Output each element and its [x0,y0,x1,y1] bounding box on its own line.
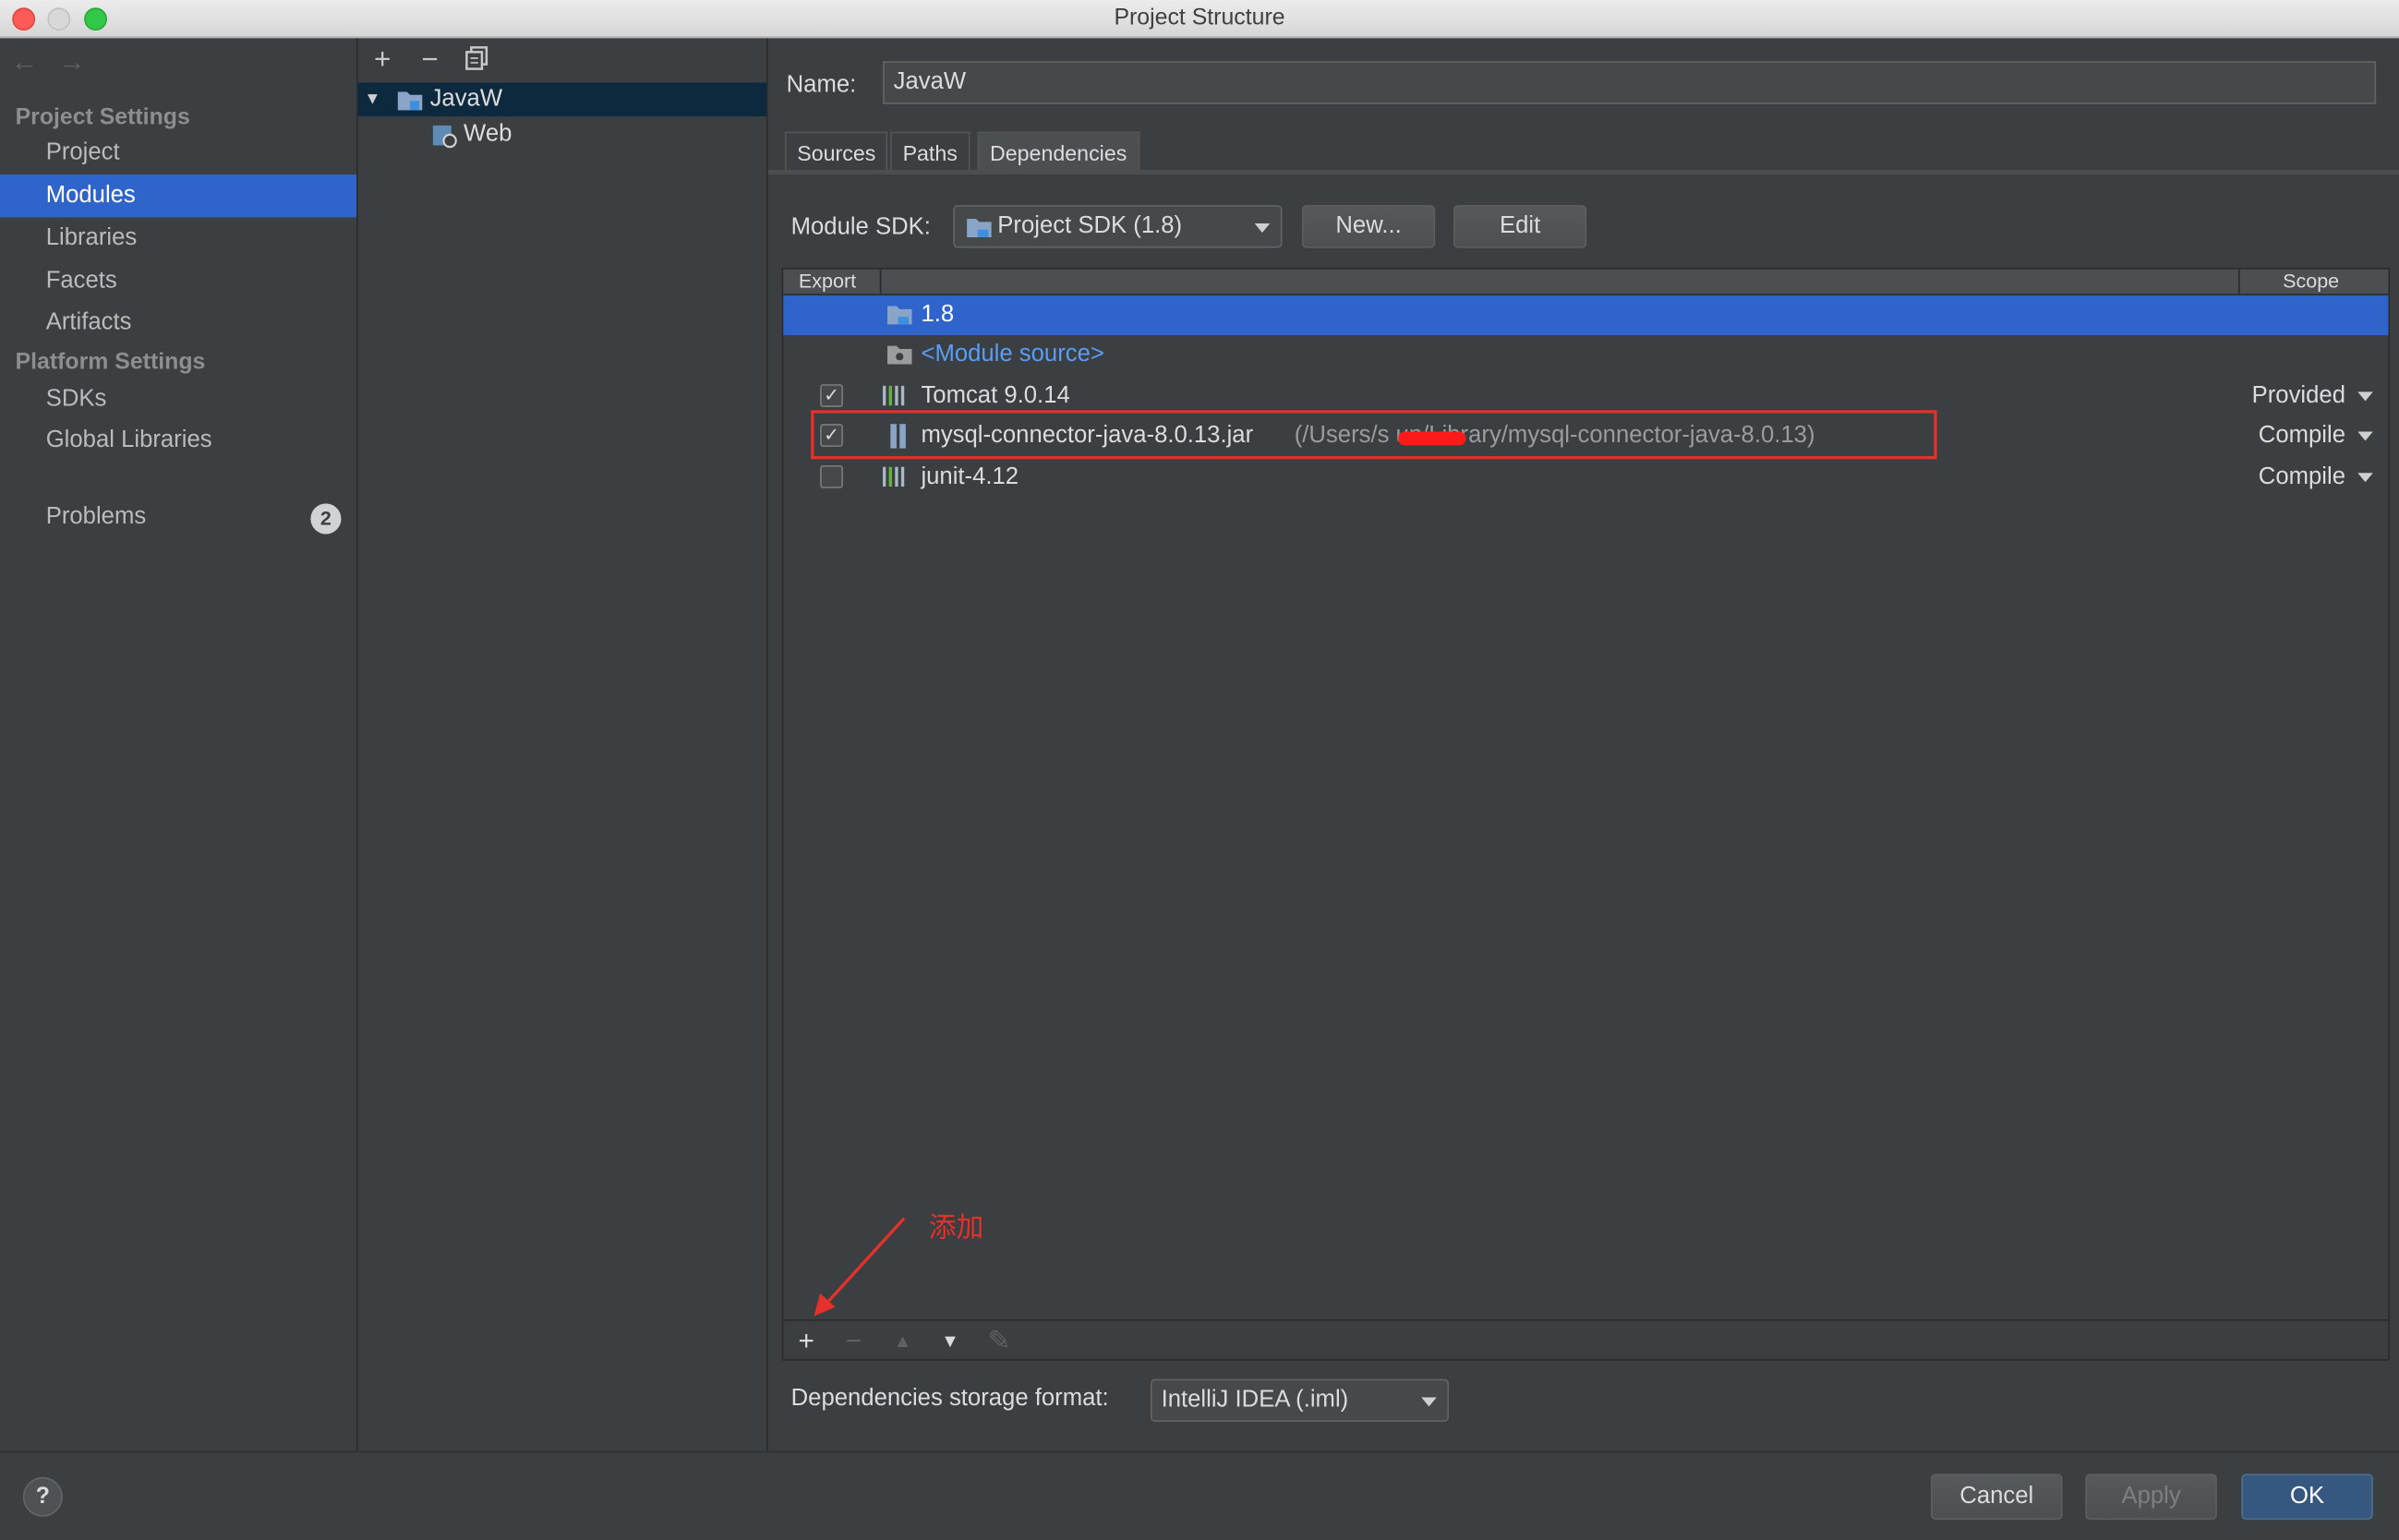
table-row[interactable]: 1.8 [783,295,2389,336]
tree-node-label: JavaW [429,85,503,113]
column-export[interactable]: Export [799,270,856,295]
forward-arrow-icon[interactable]: → [58,46,86,78]
add-dependency-button[interactable]: + [788,1324,825,1357]
highlight-box [811,410,1937,460]
window-title: Project Structure [1114,4,1285,31]
sidebar-item-libraries[interactable]: Libraries [0,217,356,259]
dependency-name: junit-4.12 [921,463,1019,490]
tab-dependencies[interactable]: Dependencies [977,131,1139,172]
back-arrow-icon[interactable]: ← [11,46,39,78]
tree-node-label: Web [464,120,512,148]
scope-value: Provided [2251,382,2346,409]
annotation-text: 添加 [928,1211,984,1244]
chevron-down-icon [2357,431,2373,441]
edit-sdk-button[interactable]: Edit [1453,205,1587,248]
library-icon [883,466,905,487]
tab-paths[interactable]: Paths [890,131,970,172]
chevron-down-icon [1254,223,1271,233]
remove-module-button[interactable]: − [415,45,445,77]
sdk-folder-icon [967,219,992,237]
title-bar: Project Structure [0,0,2399,39]
storage-format-dropdown[interactable]: IntelliJ IDEA (.iml) [1150,1378,1450,1423]
copy-module-button[interactable] [462,46,492,77]
module-settings-panel: Name: JavaW Sources Paths Dependencies M… [767,38,2399,1451]
project-structure-window: Project Structure ← → Project Settings P… [0,0,2399,1540]
sidebar-item-global-libraries[interactable]: Global Libraries [0,419,356,462]
scope-dropdown[interactable]: Compile [2259,416,2373,456]
dialog-footer: ? Cancel Apply OK [0,1450,2399,1540]
apply-button[interactable]: Apply [2085,1474,2217,1521]
chevron-down-icon [2357,473,2373,483]
module-sdk-dropdown[interactable]: Project SDK (1.8) [953,205,1283,248]
problems-count-badge: 2 [310,503,342,535]
sidebar-item-modules[interactable]: Modules [0,174,357,218]
table-header: Export Scope [783,269,2389,295]
export-checkbox[interactable]: ✓ [820,384,843,407]
chevron-down-icon [2357,391,2373,402]
source-folder-icon [886,345,912,365]
move-down-button[interactable]: ▼ [932,1324,969,1357]
settings-sidebar: ← → Project Settings Project Modules Lib… [0,38,358,1451]
storage-format-value: IntelliJ IDEA (.iml) [1161,1386,1349,1414]
column-divider [2238,269,2240,295]
cancel-button[interactable]: Cancel [1930,1474,2063,1521]
ok-button[interactable]: OK [2241,1474,2373,1521]
sidebar-item-problems[interactable]: Problems 2 [0,496,356,538]
dependencies-toolbar: + − ▲ ▼ ✎ [783,1318,2389,1361]
library-icon [883,385,905,406]
sidebar-item-sdks[interactable]: SDKs [0,378,356,420]
expand-arrow-icon[interactable]: ▼ [364,83,380,116]
sidebar-item-facets[interactable]: Facets [0,260,356,303]
column-scope[interactable]: Scope [2283,270,2339,295]
platform-settings-header: Platform Settings [15,348,206,376]
column-divider [879,269,882,295]
scope-dropdown[interactable]: Provided [2252,377,2373,416]
name-label: Name: [786,71,857,99]
move-up-button[interactable]: ▲ [885,1324,922,1357]
scope-value: Compile [2258,463,2346,490]
sidebar-item-project[interactable]: Project [0,132,356,174]
web-facet-icon [432,125,457,149]
module-folder-icon [397,91,423,111]
tree-node-web[interactable]: Web [358,118,766,151]
new-sdk-button[interactable]: New... [1302,205,1436,248]
project-settings-header: Project Settings [15,103,190,130]
tab-sources[interactable]: Sources [784,131,888,172]
edit-dependency-button[interactable]: ✎ [981,1324,1018,1357]
problems-label: Problems [45,503,147,530]
add-module-button[interactable]: + [368,45,398,77]
dependency-name: <Module source> [921,341,1104,367]
arrow-annotation-icon [814,1217,906,1317]
scope-value: Compile [2258,422,2346,449]
module-tree-panel: + − ▼ JavaW Web [357,38,768,1451]
chevron-down-icon [1421,1397,1437,1407]
tab-underline [767,170,2399,174]
redaction-mark [1398,431,1466,446]
module-name-field[interactable]: JavaW [883,61,2377,104]
table-row[interactable]: junit-4.12 Compile [783,458,2388,498]
tree-node-javaw[interactable]: ▼ JavaW [357,82,767,116]
module-sdk-label: Module SDK: [790,214,931,241]
sdk-value: Project SDK (1.8) [997,212,1183,239]
sidebar-item-artifacts[interactable]: Artifacts [0,302,356,344]
jdk-folder-icon [886,306,912,325]
table-row[interactable]: <Module source> [783,335,2388,375]
export-checkbox[interactable] [820,464,843,488]
dependency-name: 1.8 [921,301,955,328]
remove-dependency-button[interactable]: − [836,1324,873,1357]
storage-format-label: Dependencies storage format: [790,1385,1109,1412]
scope-dropdown[interactable]: Compile [2259,458,2373,498]
help-button[interactable]: ? [22,1476,63,1517]
copy-icon [465,46,488,70]
